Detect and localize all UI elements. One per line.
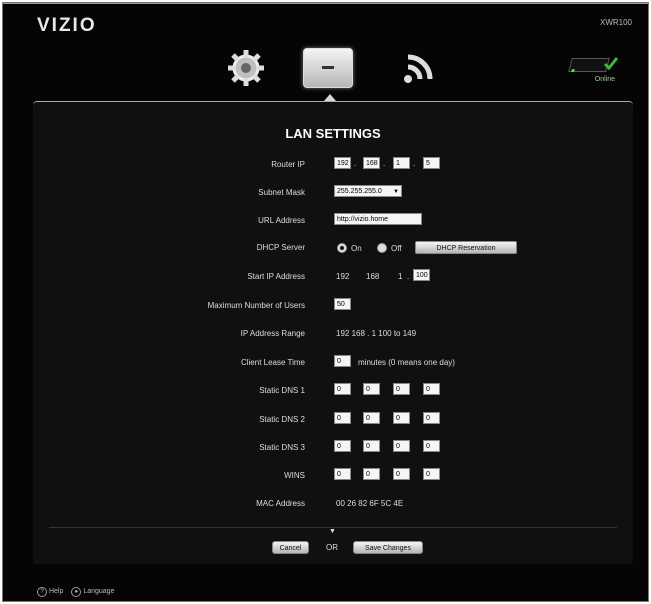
start-ip-octet-1: 192: [336, 272, 350, 281]
panel-title: LAN SETTINGS: [285, 126, 381, 141]
static-dns-3-label: Static DNS 3: [259, 443, 305, 452]
gear-icon: [228, 50, 264, 86]
static-dns-2-octet-3[interactable]: 0: [393, 412, 410, 424]
subnet-mask-label: Subnet Mask: [258, 188, 305, 197]
wins-label: WINS: [284, 471, 305, 480]
active-nav-pointer: [324, 94, 336, 101]
connection-status: Online: [560, 46, 620, 86]
checkmark-icon: [603, 57, 619, 71]
or-label: OR: [326, 543, 338, 552]
language-icon: ●: [71, 587, 82, 597]
start-ip-label: Start IP Address: [247, 272, 305, 281]
vizio-logo: VIZIO: [37, 15, 97, 36]
down-arrow-icon: ▼: [329, 528, 336, 535]
wireless-nav-button[interactable]: [393, 45, 445, 91]
footer-links: ? Help ● Language: [37, 587, 114, 597]
dhcp-off-label: Off: [391, 244, 402, 253]
help-link[interactable]: ? Help: [37, 587, 63, 597]
static-dns-1-octet-1[interactable]: 0: [334, 383, 351, 395]
cancel-button[interactable]: Cancel: [272, 541, 309, 554]
dhcp-off-radio[interactable]: [377, 243, 387, 253]
help-icon: ?: [37, 587, 47, 597]
router-ip-octet-1[interactable]: 192: [334, 157, 351, 169]
wifi-icon: [404, 54, 433, 83]
lease-time-label: Client Lease Time: [240, 358, 305, 367]
ip-range-value: 192 168 . 1 100 to 149: [336, 329, 417, 338]
wins-octet-1[interactable]: 0: [334, 468, 351, 480]
url-address-label: URL Address: [258, 216, 305, 225]
max-users-label: Maximum Number of Users: [207, 301, 305, 310]
static-dns-1-label: Static DNS 1: [259, 386, 305, 395]
lease-time-input[interactable]: 0: [334, 355, 351, 367]
ip-range-label: IP Address Range: [240, 329, 305, 338]
router-admin-window: VIZIO XWR100 Online LAN SETTINGS Router …: [2, 2, 649, 602]
wins-octet-2[interactable]: 0: [363, 468, 380, 480]
mac-address-value: 00 26 82 6F 5C 4E: [336, 499, 404, 508]
model-number: XWR100: [599, 18, 632, 27]
wins-octet-3[interactable]: 0: [393, 468, 410, 480]
status-led: [571, 69, 575, 72]
static-dns-1-octet-3[interactable]: 0: [393, 383, 410, 395]
static-dns-3-octet-4[interactable]: 0: [423, 440, 440, 452]
dhcp-reservation-button[interactable]: DHCP Reservation: [415, 241, 517, 254]
static-dns-2-label: Static DNS 2: [259, 415, 305, 424]
url-address-input[interactable]: http://vizio.home: [334, 213, 422, 225]
router-ip-octet-2[interactable]: 168: [363, 157, 380, 169]
router-ip-octet-4[interactable]: 5: [423, 157, 440, 169]
window-top-border: [3, 3, 648, 4]
dhcp-on-radio[interactable]: [337, 243, 347, 253]
wins-octet-4[interactable]: 0: [423, 468, 440, 480]
static-dns-3-octet-3[interactable]: 0: [393, 440, 410, 452]
mac-address-label: MAC Address: [256, 499, 305, 508]
static-dns-1-octet-4[interactable]: 0: [423, 383, 440, 395]
language-link[interactable]: ● Language: [71, 587, 114, 597]
online-status-label: Online: [594, 76, 615, 83]
router-ip-octet-3[interactable]: 1: [393, 157, 410, 169]
static-dns-2-octet-4[interactable]: 0: [423, 412, 440, 424]
static-dns-1-octet-2[interactable]: 0: [363, 383, 380, 395]
subnet-mask-select[interactable]: 255.255.255.0: [334, 185, 402, 197]
dhcp-server-label: DHCP Server: [256, 243, 305, 252]
static-dns-3-octet-2[interactable]: 0: [363, 440, 380, 452]
static-dns-2-octet-2[interactable]: 0: [363, 412, 380, 424]
save-changes-button[interactable]: Save Changes: [353, 541, 423, 554]
router-icon: [303, 48, 353, 88]
dhcp-on-label: On: [351, 244, 362, 253]
router-ip-label: Router IP: [271, 160, 305, 169]
start-ip-octet-2: 168: [366, 272, 380, 281]
start-ip-last-octet[interactable]: 100: [413, 269, 430, 281]
start-ip-octet-3: 1: [398, 272, 403, 281]
max-users-input[interactable]: 50: [334, 298, 351, 310]
lease-time-suffix: minutes (0 means one day): [358, 358, 455, 367]
lan-nav-button[interactable]: [299, 45, 357, 91]
settings-nav-button[interactable]: [221, 45, 271, 91]
lan-settings-panel: LAN SETTINGS Router IP 192 . 168 . 1 . 5…: [33, 101, 633, 564]
static-dns-2-octet-1[interactable]: 0: [334, 412, 351, 424]
static-dns-3-octet-1[interactable]: 0: [334, 440, 351, 452]
